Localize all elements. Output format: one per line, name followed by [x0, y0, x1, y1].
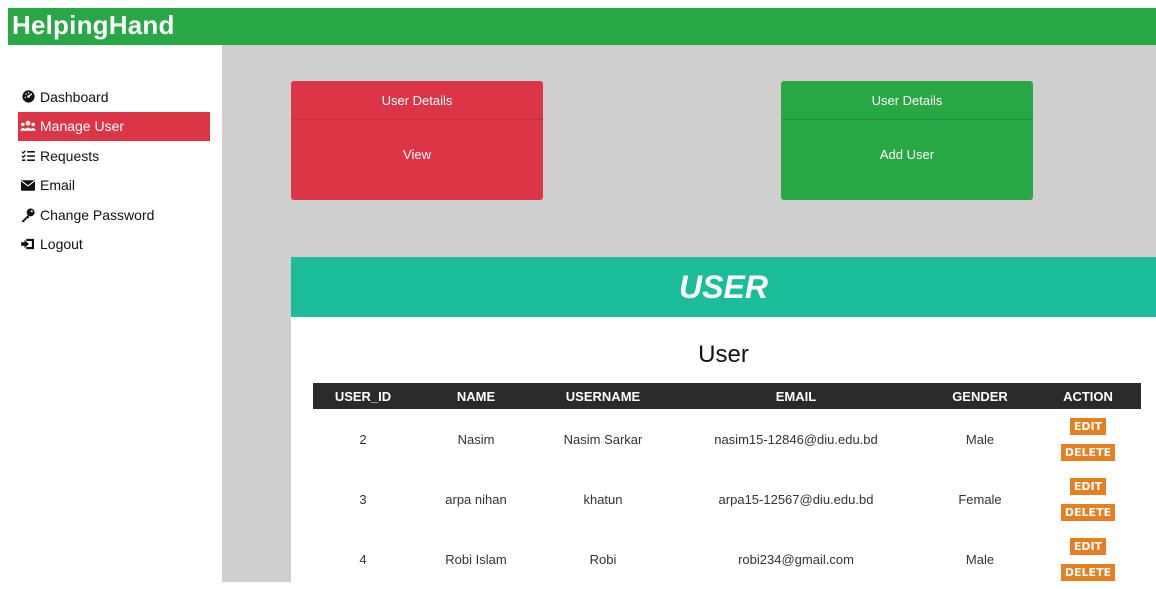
cell-name: Robi Islam: [445, 551, 507, 567]
delete-button[interactable]: DELETE: [1060, 503, 1116, 521]
cell-gender: Male: [965, 431, 995, 447]
brand-logo[interactable]: HelpingHand: [12, 10, 175, 41]
edit-button[interactable]: EDIT: [1069, 417, 1107, 435]
card-header: User Details: [291, 81, 543, 120]
column-header: USERNAME: [565, 388, 641, 404]
sidebar-item-label: Manage User: [40, 118, 125, 135]
column-header: EMAIL: [775, 388, 817, 404]
cell-name: Nasim: [457, 431, 495, 447]
cell-username: Robi: [589, 551, 617, 567]
view-users-link[interactable]: View: [291, 120, 543, 188]
top-navbar: HelpingHand: [8, 8, 1156, 45]
cell-gender: Male: [965, 551, 995, 567]
cell-user-id: 2: [359, 431, 367, 447]
sidebar-item-dashboard[interactable]: Dashboard: [18, 82, 210, 112]
sidebar-item-email[interactable]: Email: [18, 171, 210, 201]
page-title: User: [698, 341, 749, 368]
cell-email: nasim15-12846@diu.edu.bd: [714, 431, 878, 447]
delete-button[interactable]: DELETE: [1060, 443, 1116, 461]
edit-button[interactable]: EDIT: [1069, 477, 1107, 495]
users-icon: [20, 119, 36, 133]
edit-button[interactable]: EDIT: [1069, 537, 1107, 555]
envelope-icon: [20, 178, 36, 192]
table-header-row: USER_ID NAME USERNAME EMAIL GENDER ACTIO…: [313, 383, 1141, 409]
table-row: 2 Nasim Nasim Sarkar nasim15-12846@diu.e…: [313, 409, 1141, 469]
sidebar-item-logout[interactable]: Logout: [18, 230, 210, 260]
users-table: USER_ID NAME USERNAME EMAIL GENDER ACTIO…: [313, 383, 1141, 589]
add-user-link[interactable]: Add User: [781, 120, 1033, 188]
sidebar: Dashboard Manage User Requests Email Cha…: [8, 45, 222, 582]
panel-heading: USER: [291, 257, 1156, 317]
sidebar-item-label: Email: [40, 177, 76, 194]
sign-out-icon: [20, 237, 36, 251]
column-header: USER_ID: [334, 388, 392, 404]
sidebar-item-requests[interactable]: Requests: [18, 141, 210, 171]
list-icon: [20, 149, 36, 163]
cell-username: khatun: [583, 491, 623, 507]
cell-name: arpa nihan: [445, 491, 507, 507]
cell-username: Nasim Sarkar: [563, 431, 643, 447]
delete-button[interactable]: DELETE: [1060, 563, 1116, 581]
cell-email: arpa15-12567@diu.edu.bd: [718, 491, 874, 507]
card-header: User Details: [781, 81, 1033, 120]
table-row: 3 arpa nihan khatun arpa15-12567@diu.edu…: [313, 469, 1141, 529]
dashboard-icon: [20, 90, 36, 104]
main-content: User Details View User Details Add User …: [222, 45, 1156, 582]
add-user-card[interactable]: User Details Add User: [781, 81, 1033, 200]
column-header: ACTION: [1063, 388, 1113, 404]
view-users-card[interactable]: User Details View: [291, 81, 543, 200]
cell-gender: Female: [958, 491, 1002, 507]
column-header: NAME: [456, 388, 496, 404]
cell-action: EDIT DELETE: [1035, 529, 1141, 589]
cell-user-id: 3: [359, 491, 367, 507]
sidebar-nav: Dashboard Manage User Requests Email Cha…: [18, 82, 210, 259]
sidebar-item-change-password[interactable]: Change Password: [18, 200, 210, 230]
cell-action: EDIT DELETE: [1035, 409, 1141, 469]
sidebar-item-manage-user[interactable]: Manage User: [18, 111, 210, 141]
cell-email: robi234@gmail.com: [738, 551, 854, 567]
sidebar-item-label: Logout: [40, 236, 83, 253]
sidebar-item-label: Change Password: [40, 206, 155, 223]
table-row: 4 Robi Islam Robi robi234@gmail.com Male…: [313, 529, 1141, 589]
user-panel: USER User USER_ID NAME USERNAME EMAIL GE…: [291, 257, 1156, 582]
column-header: GENDER: [952, 388, 1008, 404]
sidebar-item-label: Requests: [40, 147, 100, 164]
cell-action: EDIT DELETE: [1035, 469, 1141, 529]
sidebar-item-label: Dashboard: [40, 88, 109, 105]
cell-user-id: 4: [359, 551, 367, 567]
key-icon: [20, 208, 36, 222]
